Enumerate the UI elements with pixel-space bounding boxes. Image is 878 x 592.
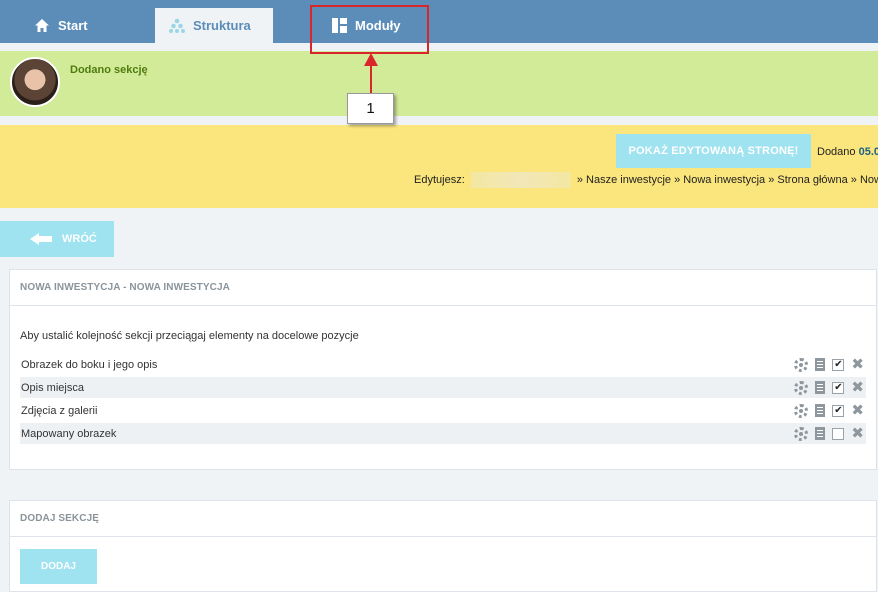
section-row[interactable]: Obrazek do boku i jego opis ✔ ✖	[20, 354, 866, 375]
redacted-site-name	[470, 172, 571, 188]
annotation-highlight-box	[310, 5, 429, 54]
document-icon[interactable]	[815, 358, 826, 371]
breadcrumb-path[interactable]: » Nasze inwestycje » Nowa inwestycja » S…	[577, 174, 878, 186]
gear-icon[interactable]	[794, 380, 809, 395]
home-icon	[34, 18, 50, 33]
gear-icon[interactable]	[794, 357, 809, 372]
document-icon[interactable]	[815, 381, 826, 394]
tab-start[interactable]: Start	[20, 8, 135, 43]
document-icon[interactable]	[815, 427, 826, 440]
tab-struktura[interactable]: Struktura	[155, 8, 273, 43]
back-button[interactable]: WRÓĆ	[0, 221, 114, 257]
back-button-label: WRÓĆ	[62, 233, 97, 245]
added-date: 05.0	[858, 146, 878, 158]
added-label: Dodano	[817, 146, 856, 158]
section-row-label: Opis miejsca	[21, 381, 84, 394]
section-row[interactable]: Mapowany obrazek ✖	[20, 423, 866, 444]
section-row[interactable]: Opis miejsca ✔ ✖	[20, 377, 866, 398]
visibility-checkbox[interactable]: ✔	[832, 381, 845, 394]
gear-icon[interactable]	[794, 426, 809, 441]
sections-panel-title: NOWA INWESTYCJA - NOWA INWESTYCJA	[10, 270, 876, 306]
delete-icon[interactable]: ✖	[851, 357, 864, 372]
visibility-checkbox[interactable]: ✔	[832, 404, 845, 417]
annotation-arrow-head	[364, 53, 378, 66]
preview-page-button[interactable]: POKAŻ EDYTOWANĄ STRONĘ!	[616, 134, 811, 168]
added-date-text: Dodano 05.0	[817, 146, 878, 158]
delete-icon[interactable]: ✖	[851, 403, 864, 418]
document-icon[interactable]	[815, 404, 826, 417]
section-row-label: Zdjęcia z galerii	[21, 404, 98, 417]
add-section-button[interactable]: DODAJ	[20, 549, 97, 584]
visibility-checkbox[interactable]: ✔	[832, 358, 845, 371]
visibility-checkbox[interactable]	[832, 427, 845, 440]
success-notice	[0, 51, 878, 116]
add-section-title: DODAJ SEKCJĘ	[10, 501, 876, 537]
editing-label: Edytujesz:	[414, 173, 465, 186]
delete-icon[interactable]: ✖	[851, 380, 864, 395]
notice-message: Dodano sekcję	[70, 64, 148, 76]
annotation-callout: 1	[347, 93, 394, 124]
section-row-label: Mapowany obrazek	[21, 427, 117, 440]
tab-struktura-label: Struktura	[193, 18, 251, 33]
reorder-help-text: Aby ustalić kolejność sekcji przeciągaj …	[20, 330, 359, 342]
add-section-panel: DODAJ SEKCJĘ DODAJ	[9, 500, 877, 592]
delete-icon[interactable]: ✖	[851, 426, 864, 441]
top-navbar: Start Struktura Moduły	[0, 0, 878, 43]
sections-panel: NOWA INWESTYCJA - NOWA INWESTYCJA Aby us…	[9, 269, 877, 470]
arrow-left-icon	[30, 233, 52, 245]
avatar	[10, 57, 60, 107]
section-row[interactable]: Zdjęcia z galerii ✔ ✖	[20, 400, 866, 421]
gear-icon[interactable]	[794, 403, 809, 418]
section-row-label: Obrazek do boku i jego opis	[21, 358, 158, 371]
tab-start-label: Start	[58, 18, 88, 33]
tree-icon	[169, 18, 185, 33]
breadcrumb: Edytujesz: » Nasze inwestycje » Nowa inw…	[414, 172, 878, 188]
